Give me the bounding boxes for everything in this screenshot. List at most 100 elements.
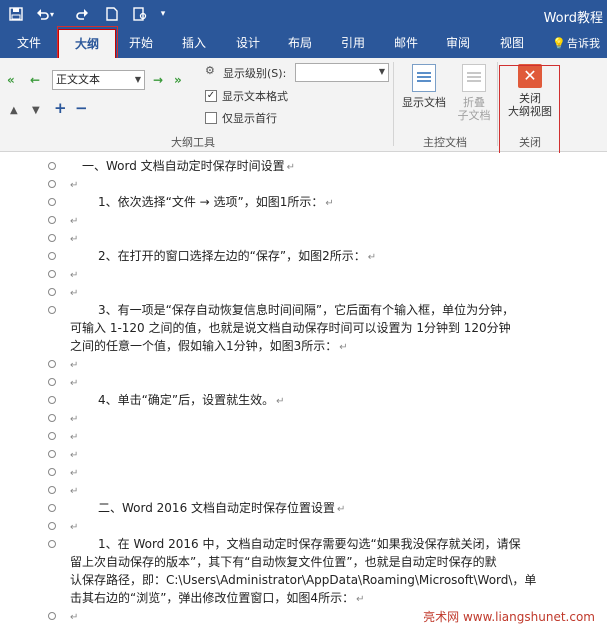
outline-bullet[interactable] <box>48 198 56 206</box>
tab-file[interactable]: 文件 <box>8 29 50 58</box>
tab-home[interactable]: 开始 <box>121 29 161 58</box>
outline-bullet[interactable] <box>48 162 56 170</box>
outline-paragraph[interactable]: 1、依次选择“文件 → 选项”，如图1所示： ↵ <box>70 193 600 213</box>
group-divider <box>393 62 394 146</box>
paragraph-line: ↵ <box>68 409 598 429</box>
paragraph-text: 之间的任意一个值，假如输入1分钟，如图3所示： <box>70 339 338 353</box>
outline-bullet[interactable] <box>48 360 56 368</box>
collapse-subdocuments-label-2: 子文档 <box>457 109 491 122</box>
promote-icon[interactable]: ← <box>30 73 40 87</box>
paragraph-mark: ↵ <box>70 378 79 389</box>
expand-icon[interactable]: + <box>54 101 67 116</box>
paragraph-line: ↵ <box>68 373 598 393</box>
outline-document[interactable]: 一、Word 文档自动定时保存时间设置 ↵ ↵ 1、依次选择“文件 → 选项”，如图1… <box>0 153 607 633</box>
outline-bullet[interactable] <box>48 306 56 314</box>
tab-view[interactable]: 视图 <box>492 29 532 58</box>
outline-bullet[interactable] <box>48 234 56 242</box>
outline-bullet[interactable] <box>48 180 56 188</box>
show-document-button[interactable]: 显示文档 <box>398 64 450 109</box>
tab-layout[interactable]: 布局 <box>280 29 320 58</box>
new-doc-icon[interactable] <box>102 4 122 24</box>
paragraph-line: 一、Word 文档自动定时保存时间设置 ↵ <box>82 157 607 177</box>
paragraph-mark: ↵ <box>286 162 296 173</box>
outline-bullet[interactable] <box>48 378 56 386</box>
show-level-select[interactable]: ▼ <box>295 63 389 82</box>
outline-bullet[interactable] <box>48 486 56 494</box>
outline-paragraph[interactable]: ↵ <box>68 409 598 429</box>
paragraph-text: 可输入 1-120 之间的值，也就是说文档自动保存时间可以设置为 1分钟到 12… <box>70 321 511 335</box>
paragraph-text: 1、依次选择“文件 → 选项”，如图1所示： <box>98 195 324 209</box>
group-divider <box>497 62 498 146</box>
print-preview-icon[interactable] <box>130 4 150 24</box>
outline-bullet[interactable] <box>48 396 56 404</box>
promote-to-heading1-icon[interactable]: « <box>7 73 15 87</box>
tab-review[interactable]: 审阅 <box>438 29 478 58</box>
show-text-format-option[interactable]: ✓ 显示文本格式 <box>205 88 288 104</box>
outline-paragraph[interactable]: ↵ <box>68 463 598 483</box>
tab-references[interactable]: 引用 <box>333 29 373 58</box>
outline-bullet[interactable] <box>48 288 56 296</box>
paragraph-mark: ↵ <box>70 360 79 371</box>
paragraph-line: 1、依次选择“文件 → 选项”，如图1所示： ↵ <box>70 193 600 213</box>
outline-paragraph[interactable]: 2、在打开的窗口选择左边的“保存”，如图2所示： ↵ <box>70 247 600 267</box>
outline-paragraph[interactable]: ↵ <box>68 211 598 231</box>
outline-bullet[interactable] <box>48 450 56 458</box>
paragraph-mark: ↵ <box>337 504 346 515</box>
customize-icon[interactable]: ▾ <box>153 4 173 24</box>
outline-bullet[interactable] <box>48 414 56 422</box>
paragraph-line: 可输入 1-120 之间的值，也就是说文档自动保存时间可以设置为 1分钟到 12… <box>70 319 600 337</box>
outline-bullet[interactable] <box>48 432 56 440</box>
outline-paragraph[interactable]: ↵ <box>68 427 598 447</box>
move-up-icon[interactable]: ▲ <box>10 104 18 118</box>
outline-bullet[interactable] <box>48 252 56 260</box>
tab-mailings[interactable]: 邮件 <box>386 29 426 58</box>
outline-bullet[interactable] <box>48 216 56 224</box>
master-document-group-label: 主控文档 <box>423 136 467 149</box>
show-first-line-option[interactable]: 仅显示首行 <box>205 110 277 126</box>
outline-bullet[interactable] <box>48 468 56 476</box>
collapse-subdocuments-button[interactable]: 折叠 子文档 <box>455 64 493 122</box>
outline-level-select[interactable]: 正文文本 ▼ <box>52 70 145 90</box>
outline-paragraph[interactable]: ↵ <box>68 283 598 303</box>
outline-paragraph[interactable]: 4、单击“确定”后，设置就生效。 ↵ <box>70 391 600 411</box>
show-text-format-checkbox[interactable]: ✓ <box>205 90 217 102</box>
paragraph-mark: ↵ <box>70 450 79 461</box>
outline-bullet[interactable] <box>48 270 56 278</box>
outline-paragraph[interactable]: 二、Word 2016 文档自动定时保存位置设置 ↵ <box>70 499 600 519</box>
paragraph-line: 留上次自动保存的版本”，其下有“自动恢复文件位置”，也就是自动定时保存的默 <box>70 553 600 571</box>
collapse-icon[interactable]: − <box>75 101 88 116</box>
paragraph-mark: ↵ <box>276 396 285 407</box>
tab-outline[interactable]: 大纲 <box>58 29 116 58</box>
outline-bullet[interactable] <box>48 612 56 620</box>
outline-paragraph[interactable]: ↵ <box>68 517 598 537</box>
outline-paragraph[interactable]: ↵ <box>68 445 598 465</box>
move-down-icon[interactable]: ▼ <box>32 104 40 118</box>
undo-dropdown-icon[interactable]: ▾ <box>47 4 57 24</box>
outline-bullet[interactable] <box>48 522 56 530</box>
demote-to-body-icon[interactable]: » <box>174 73 182 87</box>
show-first-line-checkbox[interactable] <box>205 112 217 124</box>
paragraph-line: ↵ <box>68 175 598 195</box>
outline-paragraph[interactable]: ↵ <box>68 373 598 393</box>
tab-insert[interactable]: 插入 <box>174 29 214 58</box>
outline-paragraph[interactable]: ↵ <box>68 265 598 285</box>
outline-bullet[interactable] <box>48 504 56 512</box>
tab-tell-me[interactable]: 告诉我 <box>567 29 607 58</box>
close-outline-view-button[interactable]: ✕ 关闭 大纲视图 <box>502 64 558 118</box>
paragraph-mark: ↵ <box>70 522 79 533</box>
outline-paragraph[interactable]: ↵ <box>68 229 598 249</box>
demote-icon[interactable]: → <box>153 73 163 87</box>
outline-paragraph[interactable]: ↵ <box>68 481 598 501</box>
outline-bullet[interactable] <box>48 540 56 548</box>
outline-paragraph[interactable]: ↵ <box>68 175 598 195</box>
save-icon[interactable] <box>6 4 26 24</box>
redo-icon[interactable] <box>72 4 92 24</box>
paragraph-text: 3、有一项是“保存自动恢复信息时间间隔”，它后面有个输入框，单位为分钟， <box>98 303 515 317</box>
tab-design[interactable]: 设计 <box>228 29 268 58</box>
outline-paragraph[interactable]: 1、在 Word 2016 中，文档自动定时保存需要勾选“如果我没保存就关闭，请… <box>70 535 600 609</box>
title-bar: ▾ ▾ Word教程 <box>0 0 607 29</box>
outline-paragraph[interactable]: 一、Word 文档自动定时保存时间设置 ↵ <box>82 157 607 177</box>
lightbulb-icon[interactable]: 💡 <box>552 29 566 58</box>
outline-paragraph[interactable]: ↵ <box>68 355 598 375</box>
outline-paragraph[interactable]: 3、有一项是“保存自动恢复信息时间间隔”，它后面有个输入框，单位为分钟， 可输入 … <box>70 301 600 357</box>
